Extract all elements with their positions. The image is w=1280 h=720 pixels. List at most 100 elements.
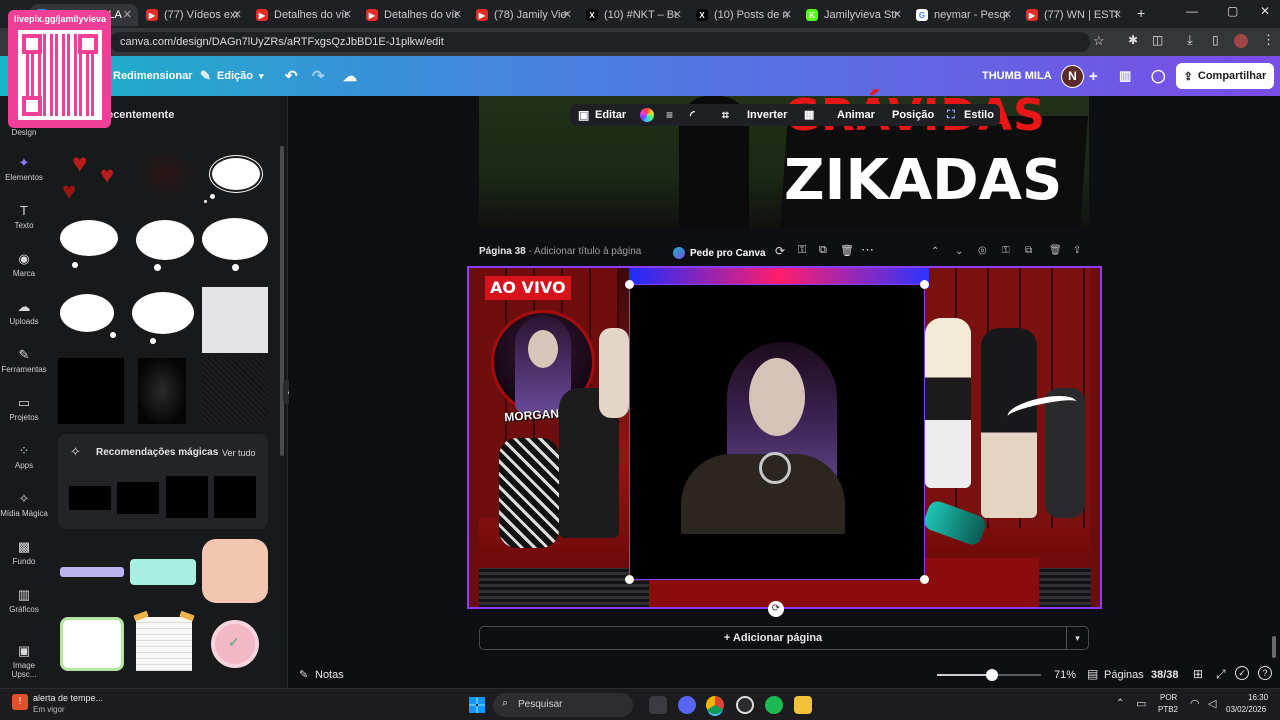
lock-icon[interactable]: ⚿ xyxy=(798,244,806,257)
magic-thumb[interactable] xyxy=(69,486,111,510)
canvas-scrollbar[interactable] xyxy=(1272,636,1276,658)
rail-item-design[interactable]: ▦Design xyxy=(0,128,48,137)
pages-button[interactable]: Páginas xyxy=(1104,669,1144,681)
notes-button[interactable]: Notas xyxy=(315,669,344,681)
pages-icon[interactable]: ▤ xyxy=(1087,667,1098,681)
browser-tab[interactable]: ▶ Detalhes do víde✕ xyxy=(360,4,468,26)
wifi-icon[interactable]: ◠ xyxy=(1190,697,1200,710)
download-icon[interactable]: ⤓ xyxy=(1187,32,1193,48)
transparency-icon[interactable]: ▦ xyxy=(804,104,814,126)
weather-alert-title[interactable]: alerta de tempe... xyxy=(33,693,103,703)
puzzle-icon[interactable]: ◫ xyxy=(1152,33,1163,47)
page-down-icon[interactable]: ⌄ xyxy=(955,246,963,257)
browser-tab[interactable]: ▶ (78) Jamily Vieva✕ xyxy=(470,4,578,26)
obs-icon[interactable] xyxy=(736,696,754,714)
rail-item-uploads[interactable]: ☁ Uploads xyxy=(0,300,48,327)
edit-image-button[interactable]: Editar xyxy=(595,104,626,126)
more-icon[interactable]: ⋯ xyxy=(861,242,874,258)
redo-button[interactable]: ↷ xyxy=(312,56,325,96)
rail-item-elementos[interactable]: ✦ Elementos xyxy=(0,156,48,183)
browser-tab[interactable]: ▶ Detalhes do víde✕ xyxy=(250,4,358,26)
resize-handle[interactable] xyxy=(625,575,634,584)
clock-time[interactable]: 16:30 xyxy=(1248,693,1268,702)
panel-scrollbar[interactable] xyxy=(280,146,284,456)
close-tab-icon[interactable]: ✕ xyxy=(233,8,242,21)
position-button[interactable]: Posição xyxy=(892,104,934,126)
edit-image-icon[interactable]: ▣ xyxy=(578,104,589,126)
comments-icon[interactable]: ◯ xyxy=(1151,56,1166,96)
taskbar-search[interactable]: ⌕ Pesquisar xyxy=(493,693,633,717)
rail-item-marca[interactable]: ◉ Marca xyxy=(0,252,48,279)
browser-menu-icon[interactable]: ⋮ xyxy=(1262,32,1275,48)
rail-item-ferramentas[interactable]: ✎ Ferramentas xyxy=(0,348,48,375)
crop-icon[interactable]: ⌗ xyxy=(722,104,729,126)
undo-button[interactable]: ↶ xyxy=(285,56,298,96)
notes-icon[interactable]: ✎ xyxy=(299,668,308,681)
color-wheel-icon[interactable] xyxy=(640,108,654,122)
add-page-dropdown[interactable]: ▾ xyxy=(1066,626,1089,650)
browser-tab[interactable]: X (10) #NKT – Busca✕ xyxy=(580,4,688,26)
profile-icon[interactable] xyxy=(1234,34,1248,48)
align-icon[interactable]: ≡ xyxy=(666,104,673,126)
browser-tab[interactable]: Gneymar - Pesquis✕ xyxy=(910,4,1018,26)
current-page-design[interactable]: AO VIVO MORGANA xyxy=(467,266,1102,609)
magic-thumb[interactable] xyxy=(166,476,208,518)
taped-note-element[interactable] xyxy=(133,610,195,671)
cloud-bubble-element[interactable] xyxy=(60,294,120,344)
close-tab-icon[interactable]: ✕ xyxy=(783,8,792,21)
file-explorer-icon[interactable] xyxy=(794,696,812,714)
dark-texture-element[interactable] xyxy=(202,358,268,424)
cloud-save-icon[interactable]: ☁ xyxy=(343,56,357,96)
tray-chevron-icon[interactable]: ⌃ xyxy=(1116,698,1124,709)
share-button[interactable]: ⇪ Compartilhar xyxy=(1176,63,1274,89)
discord-icon[interactable] xyxy=(678,696,696,714)
network-icon[interactable]: ▭ xyxy=(1136,697,1146,710)
page-count[interactable]: 38/38 xyxy=(1151,669,1179,681)
windows-start-icon[interactable] xyxy=(469,697,485,713)
url-field[interactable]: canva.com/design/DAGn7lUyZRs/aRTFxgsQzJb… xyxy=(110,32,1090,52)
corner-radius-icon[interactable]: ◜ xyxy=(690,104,695,126)
user-avatar[interactable]: N xyxy=(1061,65,1084,88)
add-page-title-link[interactable]: - Adicionar título à página xyxy=(528,246,641,257)
zoom-percentage[interactable]: 71% xyxy=(1054,669,1076,681)
cloud-bubble-element[interactable] xyxy=(136,220,196,272)
delete-icon[interactable]: 🗑 xyxy=(840,244,854,257)
close-tab-icon[interactable]: ✕ xyxy=(343,8,352,21)
duplicate-icon[interactable]: ⧉ xyxy=(819,244,827,257)
add-page-button[interactable]: + Adicionar página xyxy=(479,626,1067,650)
rail-item-fundo[interactable]: ▩ Fundo xyxy=(0,540,48,567)
black-square-element[interactable] xyxy=(58,358,124,424)
peach-rounded-square-element[interactable] xyxy=(202,539,268,603)
delete-page-icon[interactable]: 🗑 xyxy=(1049,245,1062,256)
rail-item-apps[interactable]: ⁘ Apps xyxy=(0,444,48,471)
style-button[interactable]: Estilo xyxy=(964,104,994,126)
dark-vignette-element[interactable] xyxy=(138,358,186,424)
spotify-icon[interactable] xyxy=(765,696,783,714)
volume-icon[interactable]: ◁ xyxy=(1208,697,1216,710)
new-tab-button[interactable]: + xyxy=(1137,5,1145,21)
animate-button[interactable]: Animar xyxy=(837,104,875,126)
zoom-slider[interactable] xyxy=(937,669,1041,681)
browser-tab[interactable]: ▶ (77) WN | ESTRAT✕ xyxy=(1020,4,1128,26)
cloud-bubble-element[interactable] xyxy=(132,292,196,348)
light-gray-square-element[interactable] xyxy=(202,287,268,353)
close-tab-icon[interactable]: ✕ xyxy=(1113,8,1122,21)
close-tab-icon[interactable]: ✕ xyxy=(563,8,572,21)
hide-page-icon[interactable]: ◎ xyxy=(978,245,987,256)
extensions-icon[interactable]: ✱ xyxy=(1128,33,1138,47)
language-indicator[interactable]: POR xyxy=(1160,693,1177,702)
dark-red-gradient-element[interactable] xyxy=(138,151,194,196)
close-tab-icon[interactable]: ✕ xyxy=(123,8,132,21)
alarm-clock-element[interactable]: ✓ xyxy=(208,612,262,672)
rail-item-texto[interactable]: T Texto xyxy=(0,204,48,231)
close-tab-icon[interactable]: ✕ xyxy=(893,8,902,21)
edit-mode-button[interactable]: ✎ Edição ▾ xyxy=(200,56,264,96)
lock-page-icon[interactable]: ⚿ xyxy=(1002,245,1010,256)
close-tab-icon[interactable]: ✕ xyxy=(1003,8,1012,21)
add-collaborator-icon[interactable]: + xyxy=(1089,56,1098,96)
magic-thumb[interactable] xyxy=(214,476,256,518)
duplicate-page-icon[interactable]: ⧉ xyxy=(1025,245,1032,256)
rotate-handle[interactable]: ⟳ xyxy=(768,601,784,617)
grid-view-icon[interactable]: ⊞ xyxy=(1193,667,1203,681)
chrome-icon[interactable] xyxy=(706,696,724,714)
